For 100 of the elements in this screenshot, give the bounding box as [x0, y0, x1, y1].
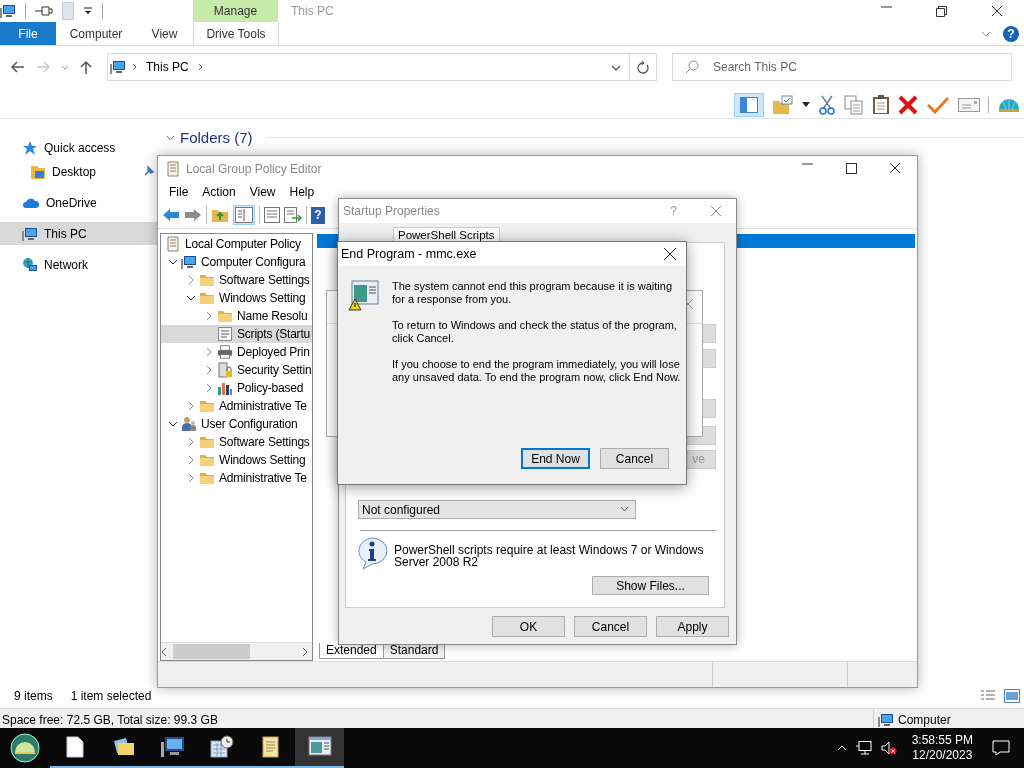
network-icon[interactable] — [855, 741, 872, 755]
clipboard-icon[interactable] — [872, 94, 890, 115]
maximize-icon[interactable] — [845, 163, 857, 174]
notification-icon[interactable] — [992, 740, 1010, 756]
close-icon[interactable] — [890, 163, 900, 173]
dialog-button[interactable]: Cancel — [600, 448, 669, 469]
taskbar-button[interactable] — [295, 728, 344, 768]
scroll-left-icon[interactable] — [161, 647, 167, 656]
properties-icon[interactable] — [264, 207, 280, 223]
tree-item[interactable]: Policy-based — [161, 379, 312, 397]
folder-up-icon[interactable] — [211, 207, 229, 223]
chevron-down-icon[interactable] — [611, 65, 621, 71]
tree-item[interactable]: Windows Setting — [161, 289, 312, 307]
nav-item[interactable]: This PC — [0, 222, 157, 245]
up-arrow-icon[interactable] — [80, 60, 92, 74]
dialog-button[interactable]: OK — [492, 616, 565, 637]
menu-item[interactable]: View — [242, 184, 283, 199]
menu-item[interactable]: File — [162, 184, 196, 199]
ribbon-tab[interactable]: Drive Tools — [193, 22, 279, 45]
muted-speaker-icon[interactable] — [880, 741, 897, 755]
chevron-down-icon[interactable] — [166, 134, 175, 141]
address-bar[interactable]: This PC — [107, 53, 630, 81]
close-icon[interactable] — [664, 248, 676, 260]
envelope-icon[interactable] — [958, 97, 980, 112]
clock-time[interactable]: 3:58:55 PM — [911, 733, 973, 748]
tree-item[interactable]: Administrative Te — [161, 397, 312, 415]
export-list-icon[interactable] — [284, 207, 302, 223]
computer-icon — [181, 254, 197, 270]
folder-check-icon[interactable] — [772, 94, 794, 115]
status-text: Space free: 72.5 GB, Total size: 99.3 GB — [2, 712, 218, 727]
show-files-button[interactable]: Show Files... — [592, 576, 709, 595]
scrollbar-thumb[interactable] — [173, 644, 250, 659]
tree-item[interactable]: Software Settings — [161, 271, 312, 289]
scroll-right-icon[interactable] — [302, 647, 308, 656]
tree-item[interactable]: User Configuration — [161, 415, 312, 433]
computer-icon — [878, 711, 894, 728]
program-warning-icon — [348, 280, 380, 312]
forward-arrow-icon[interactable] — [184, 208, 202, 222]
section-header[interactable]: Folders (7) — [180, 129, 253, 146]
minimize-icon[interactable] — [801, 163, 813, 165]
document-icon — [165, 236, 181, 252]
tree-item[interactable]: Local Computer Policy — [161, 235, 312, 253]
chevron-up-icon[interactable] — [836, 745, 847, 751]
dialog-button[interactable]: End Now — [521, 448, 590, 469]
tree-item[interactable]: Deployed Prin — [161, 343, 312, 361]
item-count: 9 items — [14, 689, 53, 703]
view-tab[interactable]: Extended — [319, 643, 384, 659]
show-tree-icon[interactable] — [235, 207, 253, 223]
large-icons-view-icon[interactable] — [1004, 689, 1020, 703]
tree-item[interactable]: Computer Configura — [161, 253, 312, 271]
computer-icon[interactable] — [0, 3, 16, 19]
computer-icon — [110, 59, 126, 75]
help-button[interactable]: ? — [311, 206, 325, 224]
ribbon-tab[interactable]: Computer — [56, 22, 136, 45]
back-arrow-icon[interactable] — [11, 61, 25, 73]
refresh-icon[interactable] — [637, 60, 649, 74]
dropdown-arrow-icon[interactable] — [802, 102, 810, 107]
message-text: If you choose to end the program immediately, you will lose any unsaved data. To end the program now, click End Now. — [392, 358, 682, 384]
pin-icon[interactable] — [35, 5, 53, 17]
clock-date[interactable]: 12/20/2023 — [912, 748, 973, 763]
nav-item[interactable]: Quick access — [0, 136, 157, 159]
help-button[interactable]: ? — [1003, 25, 1019, 42]
script-icon — [217, 326, 233, 342]
nav-item[interactable]: Network — [0, 253, 157, 276]
network-icon — [22, 256, 38, 273]
tree-item[interactable]: Name Resolu — [161, 307, 312, 325]
search-field[interactable]: Search This PC — [672, 53, 1012, 81]
preview-pane-icon[interactable] — [740, 96, 758, 113]
ribbon-tab[interactable]: File — [0, 22, 56, 45]
menu-item[interactable]: Help — [282, 184, 322, 199]
folder-icon — [217, 308, 233, 324]
dropdown-icon[interactable] — [83, 6, 93, 16]
copy-icon[interactable] — [844, 94, 864, 115]
document-icon — [65, 736, 84, 758]
tree-item[interactable]: Security Settin — [161, 361, 312, 379]
tree-item[interactable]: Scripts (Startu — [161, 325, 312, 343]
restore-icon[interactable] — [936, 5, 947, 17]
scissors-icon[interactable] — [818, 94, 836, 115]
dialog-button[interactable]: Apply — [656, 616, 729, 637]
tree-item[interactable]: Administrative Te — [161, 469, 312, 487]
minimize-icon[interactable] — [881, 5, 892, 8]
ribbon-tab[interactable]: View — [136, 22, 193, 45]
start-orb-icon[interactable] — [10, 733, 40, 763]
computer-icon — [22, 225, 38, 242]
folder-icon — [199, 434, 215, 450]
folders-icon — [111, 737, 136, 757]
window-title: This PC — [290, 4, 335, 18]
close-icon[interactable] — [991, 5, 1002, 16]
back-arrow-icon[interactable] — [162, 208, 180, 222]
dropdown[interactable]: Not configured — [358, 500, 636, 519]
delete-icon[interactable] — [898, 94, 918, 115]
tree-item[interactable]: Windows Setting — [161, 451, 312, 469]
nav-item[interactable]: OneDrive — [0, 191, 157, 214]
menu-item[interactable]: Action — [195, 184, 243, 199]
folder-icon — [199, 470, 215, 486]
check-mark-icon[interactable] — [926, 95, 950, 114]
breadcrumb-chevron-icon[interactable] — [197, 63, 203, 71]
dialog-button[interactable]: Cancel — [574, 616, 647, 637]
tree-item[interactable]: Software Settings — [161, 433, 312, 451]
nav-item[interactable]: Desktop — [0, 160, 157, 183]
